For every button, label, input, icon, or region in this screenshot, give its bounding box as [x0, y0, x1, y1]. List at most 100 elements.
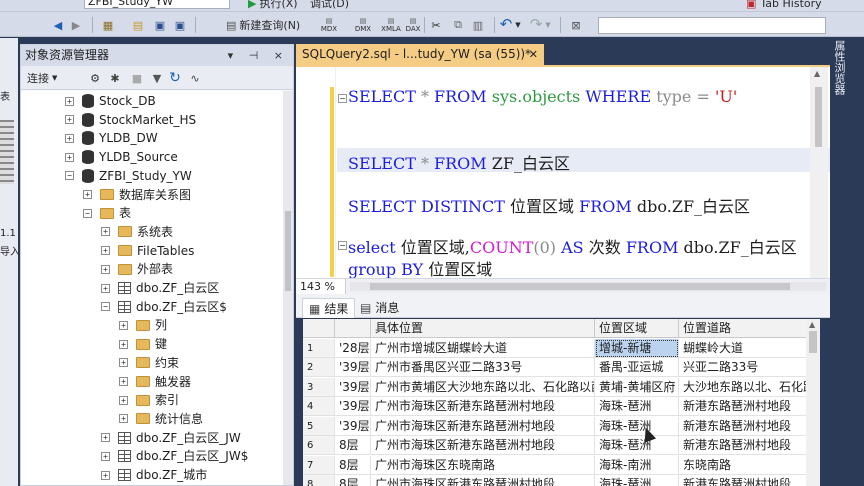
table-cell[interactable]: '39层 [335, 358, 371, 377]
table-cell[interactable]: 广州市黄埔区大沙地东路以北、石化路以西 [371, 377, 595, 397]
expand-icon[interactable]: + [101, 283, 110, 293]
row-number[interactable]: 5 [303, 416, 335, 436]
redo-dropdown-icon[interactable]: ▼ [544, 17, 552, 33]
tree-node[interactable]: − 表 [83, 204, 131, 222]
expand-icon[interactable]: + [65, 133, 74, 143]
table-cell[interactable]: 新港东路琶洲村地段 [679, 416, 809, 436]
tree-node[interactable]: + 触发器 [119, 373, 191, 391]
window-layout-icon[interactable]: ⊠ [568, 17, 584, 33]
save-all-icon[interactable]: ▣ [172, 17, 188, 33]
tree-node[interactable]: + 系统表 [101, 223, 173, 241]
panel-window-buttons[interactable]: ▾ ⊣ × [228, 45, 289, 66]
dax-query-button[interactable]: ▤ DAX [402, 17, 424, 33]
editor-vertical-scrollbar[interactable]: ▲ [810, 67, 828, 278]
undo-dropdown-icon[interactable]: ▼ [514, 17, 522, 33]
scrollbar-thumb[interactable] [809, 331, 817, 353]
tab-history-button[interactable]: ▣ Tab History [746, 0, 822, 10]
table-cell[interactable]: 新港东路琶洲村地段 [679, 397, 809, 416]
tree-node[interactable]: + 键 [119, 335, 167, 353]
undo-icon[interactable]: ↶ [498, 15, 514, 33]
tab-sqlquery2[interactable]: SQLQuery2.sql - l...tudy_YW (sa (55))* ✕ [296, 44, 544, 65]
column-header[interactable]: 位置道路 [679, 319, 809, 338]
expand-icon[interactable]: + [101, 433, 110, 443]
mdx-query-button[interactable]: ▤ MDX [318, 17, 340, 33]
table-cell[interactable]: 黄埔-黄埔区府 [595, 377, 679, 397]
tree-node[interactable]: + dbo.ZF_白云区_JW [101, 429, 241, 447]
table-cell[interactable]: 广州市增城区蝴蝶岭大道 [371, 338, 595, 358]
table-cell[interactable]: '28层 [335, 338, 371, 358]
tree-node[interactable]: + dbo.ZF_城市 [101, 466, 207, 484]
row-number[interactable]: 3 [303, 377, 335, 397]
table-cell[interactable]: 海珠-琶洲 [595, 475, 679, 486]
filter-icon[interactable]: ▼ [149, 70, 165, 86]
refresh-icon[interactable]: ↻ [167, 70, 183, 86]
properties-side-pane[interactable] [830, 38, 864, 486]
tree-node[interactable]: + 外部表 [101, 260, 173, 278]
properties-pane-label[interactable]: 属性浏览器 [832, 40, 846, 95]
tree-node[interactable]: + YLDB_Source [65, 148, 178, 166]
column-header[interactable] [303, 319, 335, 338]
column-header[interactable]: 位置区域 [595, 319, 679, 338]
row-number[interactable]: 1 [303, 338, 335, 358]
table-cell[interactable]: 8层 [335, 436, 371, 455]
tree-node[interactable]: + FileTables [101, 242, 194, 260]
table-cell[interactable]: 新港东路琶洲村地段 [679, 436, 809, 455]
dmx-query-button[interactable]: ▤ DMX [352, 17, 374, 33]
forward-icon[interactable]: ▶ [68, 17, 84, 33]
table-cell[interactable]: 海珠-南洲 [595, 455, 679, 475]
expand-icon[interactable]: + [101, 470, 110, 480]
connect-object-icon[interactable]: ⚙ [87, 70, 103, 86]
collapse-icon[interactable]: − [101, 302, 110, 312]
connect-button[interactable]: 连接 ▼ [27, 70, 57, 86]
redo-icon[interactable]: ↷ [528, 15, 544, 33]
table-cell[interactable]: '39层 [335, 397, 371, 416]
activity-monitor-icon[interactable]: ∿ [187, 70, 203, 86]
database-selector[interactable]: ZFBI_Study_YW [84, 0, 230, 9]
expand-icon[interactable]: + [65, 115, 74, 125]
xmla-query-button[interactable]: ▤ XMLA [380, 17, 402, 33]
results-scrollbar[interactable]: ▲ [806, 319, 820, 486]
collapse-icon[interactable]: − [338, 241, 347, 250]
expand-icon[interactable]: + [119, 358, 128, 368]
expand-icon[interactable]: + [119, 339, 128, 349]
editor-horizontal-scrollbar[interactable] [350, 282, 826, 291]
tree-node[interactable]: + YLDB_DW [65, 129, 158, 147]
column-header[interactable]: 具体位置 [371, 319, 595, 338]
scroll-up-icon[interactable]: ▲ [809, 320, 815, 329]
table-cell[interactable]: 番禺-亚运城 [595, 358, 679, 377]
object-explorer-scrollbar[interactable] [283, 91, 293, 485]
tree-node[interactable]: + 约束 [119, 354, 179, 372]
collapse-icon[interactable]: − [83, 208, 92, 218]
save-icon[interactable]: ▣ [152, 17, 168, 33]
stop-icon[interactable]: ■ [129, 70, 145, 86]
tab-messages[interactable]: ▤ 消息 [354, 298, 405, 318]
table-cell[interactable]: 8层 [335, 475, 371, 486]
expand-icon[interactable]: + [101, 451, 110, 461]
table-cell[interactable]: 广州市海珠区新港东路琶洲村地段 [371, 416, 595, 436]
table-cell[interactable]: 蝴蝶岭大道 [679, 338, 809, 358]
table-cell[interactable]: 广州市海珠区新港东路琶洲村地段 [371, 475, 595, 486]
back-icon[interactable]: ◀ [50, 17, 66, 33]
close-icon[interactable]: ✕ [529, 44, 538, 65]
tree-node[interactable]: + 数据库关系图 [83, 186, 191, 204]
tab-results[interactable]: ▦ 结果 [302, 298, 356, 318]
table-cell[interactable]: 兴亚二路33号 [679, 358, 809, 377]
table-cell[interactable]: 广州市海珠区新港东路琶洲村地段 [371, 436, 595, 455]
new-query-button[interactable]: ▤ 新建查询(N) [226, 17, 300, 33]
scroll-up-icon[interactable]: ▲ [814, 69, 820, 78]
results-grid[interactable]: 具体位置 位置区域 位置道路 1'28层 广州市增城区蝴蝶岭大道 增城-新塘 蝴蝶岭大道 2 '… [303, 319, 820, 486]
table-cell[interactable]: 海珠-琶洲 [595, 397, 679, 416]
cut-icon[interactable]: ✂ [428, 17, 444, 33]
tree-node[interactable]: + StockMarket_HS [65, 111, 196, 129]
scrollbar-thumb[interactable] [815, 87, 822, 147]
tree-node[interactable]: + 索引 [119, 391, 179, 409]
tree-node[interactable]: + dbo.ZF_白云区 [101, 279, 219, 297]
tree-node[interactable]: + 列 [119, 316, 167, 334]
table-cell[interactable]: 大沙地东路以北、石化路 [679, 377, 809, 397]
solution-config-combo[interactable] [598, 17, 826, 34]
new-project-icon[interactable]: ▦ [100, 17, 116, 33]
execute-button[interactable]: ▶ 执行(X) [248, 0, 298, 10]
expand-icon[interactable]: + [119, 414, 128, 424]
row-number[interactable]: 7 [303, 455, 335, 475]
tree-node[interactable]: + 统计信息 [119, 410, 203, 428]
